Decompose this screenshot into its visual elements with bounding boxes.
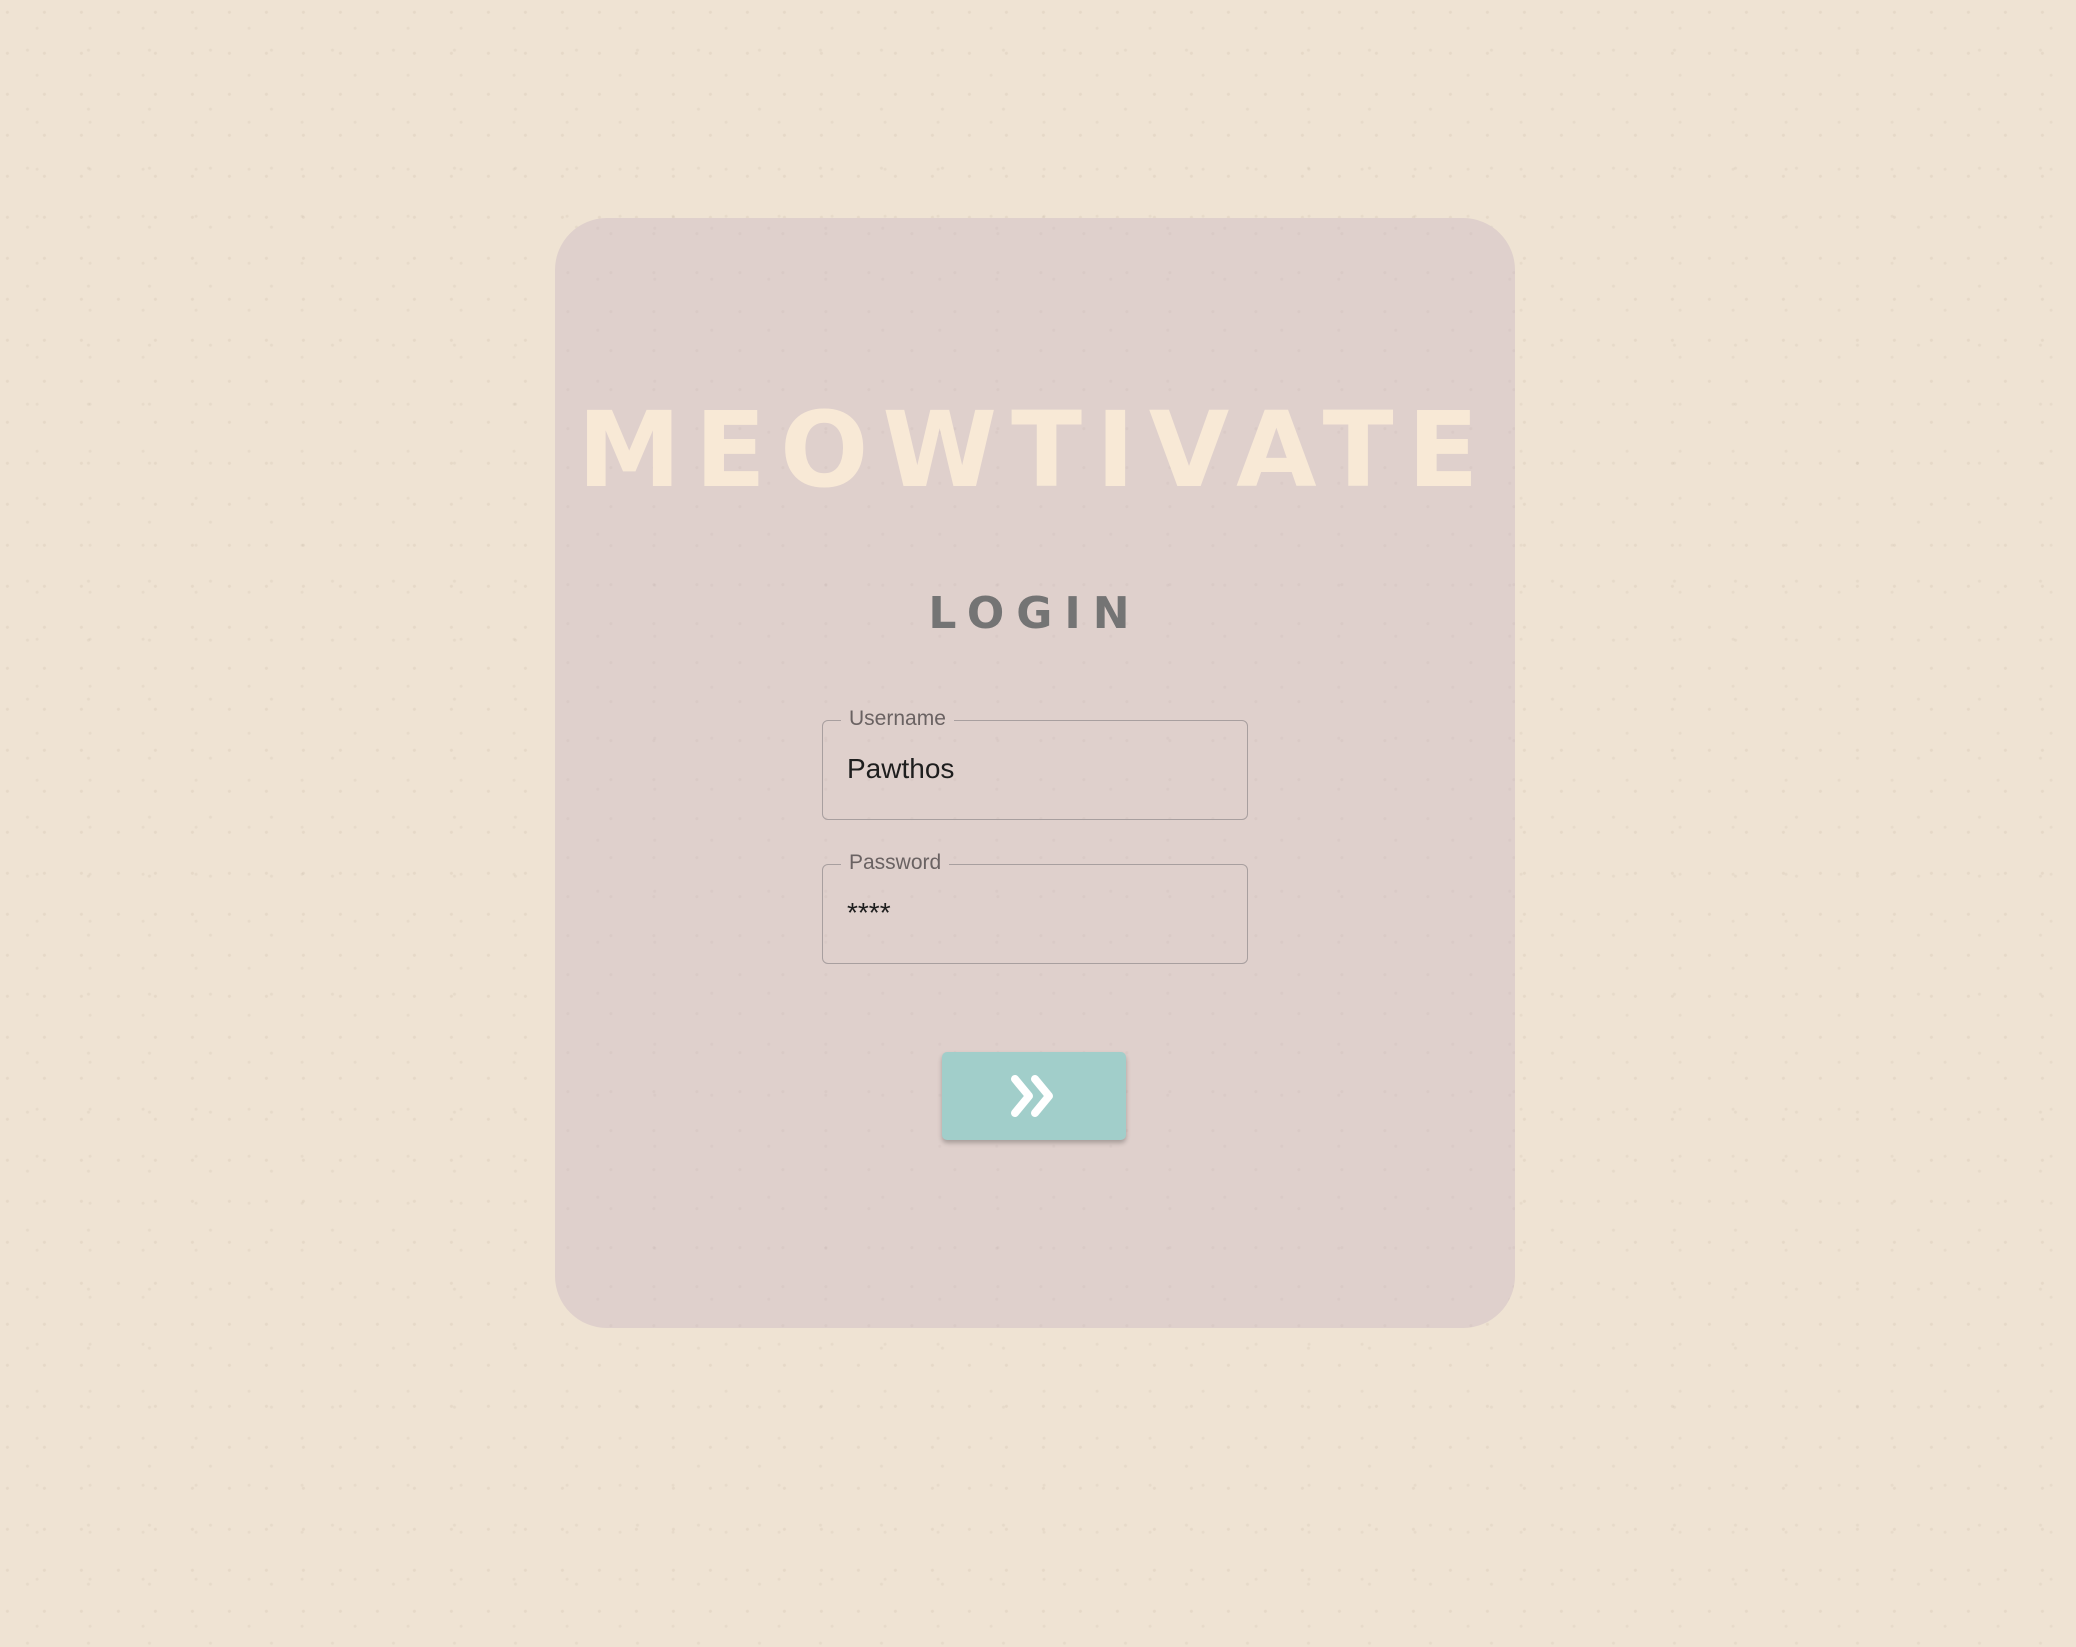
double-chevron-right-icon	[1011, 1075, 1053, 1117]
username-field[interactable]: Username Pawthos	[822, 706, 1248, 820]
password-field[interactable]: Password ****	[822, 850, 1248, 964]
login-heading: LOGIN	[928, 588, 1142, 639]
login-card: MEOWTIVATE LOGIN Username Pawthos Passwo…	[555, 218, 1515, 1328]
password-label: Password	[841, 850, 950, 876]
username-label: Username	[841, 706, 954, 732]
password-input[interactable]: ****	[847, 895, 891, 931]
login-submit-button[interactable]	[942, 1052, 1126, 1140]
brand-title: MEOWTIVATE	[577, 389, 1493, 511]
username-input[interactable]: Pawthos	[847, 751, 954, 787]
